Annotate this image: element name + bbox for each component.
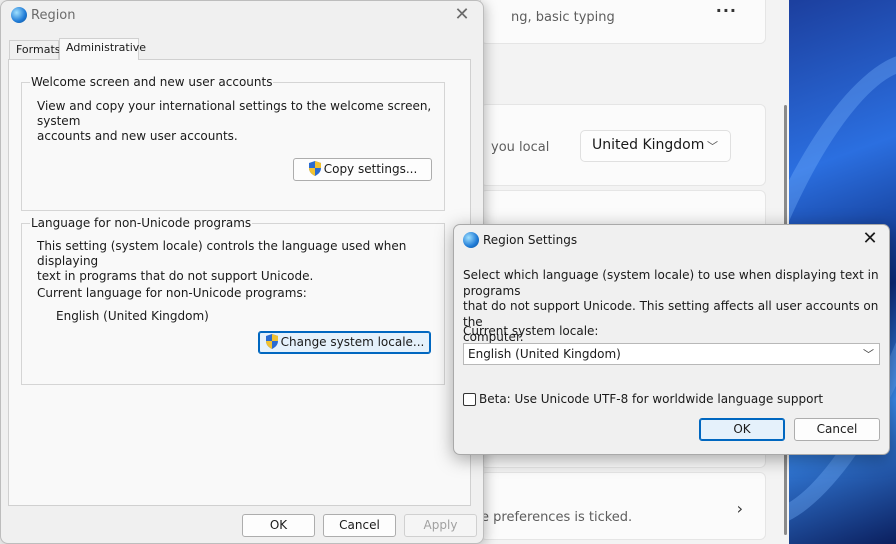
desc-line: View and copy your international setting… bbox=[37, 99, 432, 128]
non-unicode-group: Language for non-Unicode programs This s… bbox=[21, 216, 445, 385]
utf8-beta-label[interactable]: Beta: Use Unicode UTF-8 for worldwide la… bbox=[479, 392, 823, 406]
current-language-label: Current language for non-Unicode program… bbox=[37, 286, 307, 300]
locale-label: Current system locale: bbox=[463, 324, 599, 338]
more-options-icon[interactable]: ··· bbox=[716, 1, 737, 20]
card-text: you local bbox=[491, 140, 550, 155]
close-icon[interactable]: ✕ bbox=[857, 227, 883, 251]
welcome-desc: View and copy your international setting… bbox=[37, 99, 444, 144]
settings-card[interactable]: ng, basic typing ··· bbox=[480, 0, 766, 44]
close-icon[interactable]: ✕ bbox=[449, 3, 475, 27]
dialog-title: Region Settings bbox=[483, 233, 578, 247]
copy-settings-button[interactable]: Copy settings... bbox=[293, 158, 432, 181]
chevron-right-icon[interactable]: › bbox=[737, 499, 743, 518]
group-title: Welcome screen and new user accounts bbox=[30, 75, 274, 89]
uac-shield-icon bbox=[308, 161, 321, 176]
utf8-beta-checkbox[interactable] bbox=[463, 393, 476, 406]
tab-formats[interactable]: Formats bbox=[9, 40, 61, 60]
uac-shield-icon bbox=[265, 334, 278, 349]
change-system-locale-button[interactable]: Change system locale... bbox=[258, 331, 431, 354]
card-text: e preferences is ticked. bbox=[481, 510, 633, 525]
card-text: ng, basic typing bbox=[511, 10, 615, 25]
country-card: you local United Kingdom ﹀ bbox=[480, 104, 766, 186]
locale-value: English (United Kingdom) bbox=[468, 347, 621, 361]
globe-icon bbox=[463, 232, 479, 248]
current-language-value: English (United Kingdom) bbox=[56, 309, 209, 323]
region-dialog: Region ✕ Formats Administrative Welcome … bbox=[0, 0, 484, 544]
group-title: Language for non-Unicode programs bbox=[30, 216, 253, 230]
desc-line: accounts and new user accounts. bbox=[37, 129, 238, 143]
cancel-button[interactable]: Cancel bbox=[794, 418, 880, 441]
desc-line: Select which language (system locale) to… bbox=[463, 268, 879, 298]
ok-button[interactable]: OK bbox=[699, 418, 785, 441]
desc-line: This setting (system locale) controls th… bbox=[37, 239, 407, 268]
title-bar[interactable]: Region ✕ bbox=[1, 1, 483, 31]
unicode-desc: This setting (system locale) controls th… bbox=[37, 239, 444, 284]
apply-button[interactable]: Apply bbox=[404, 514, 477, 537]
dialog-title: Region bbox=[31, 8, 76, 23]
country-value: United Kingdom bbox=[592, 137, 705, 153]
settings-card[interactable]: e preferences is ticked. › bbox=[480, 472, 766, 540]
ok-button[interactable]: OK bbox=[242, 514, 315, 537]
cancel-button[interactable]: Cancel bbox=[323, 514, 396, 537]
button-label: Change system locale... bbox=[280, 335, 425, 349]
chevron-down-icon: ﹀ bbox=[707, 140, 718, 153]
tab-administrative[interactable]: Administrative bbox=[59, 38, 146, 60]
region-settings-dialog: Region Settings ✕ Select which language … bbox=[453, 224, 890, 455]
button-label: Copy settings... bbox=[323, 162, 418, 176]
chevron-down-icon: ﹀ bbox=[863, 348, 874, 361]
tab-panel: Welcome screen and new user accounts Vie… bbox=[8, 59, 471, 506]
system-locale-select[interactable]: English (United Kingdom) ﹀ bbox=[463, 343, 880, 365]
globe-icon bbox=[11, 7, 27, 23]
desc-line: text in programs that do not support Uni… bbox=[37, 269, 314, 283]
welcome-group: Welcome screen and new user accounts Vie… bbox=[21, 75, 445, 211]
country-dropdown[interactable]: United Kingdom ﹀ bbox=[580, 130, 731, 162]
